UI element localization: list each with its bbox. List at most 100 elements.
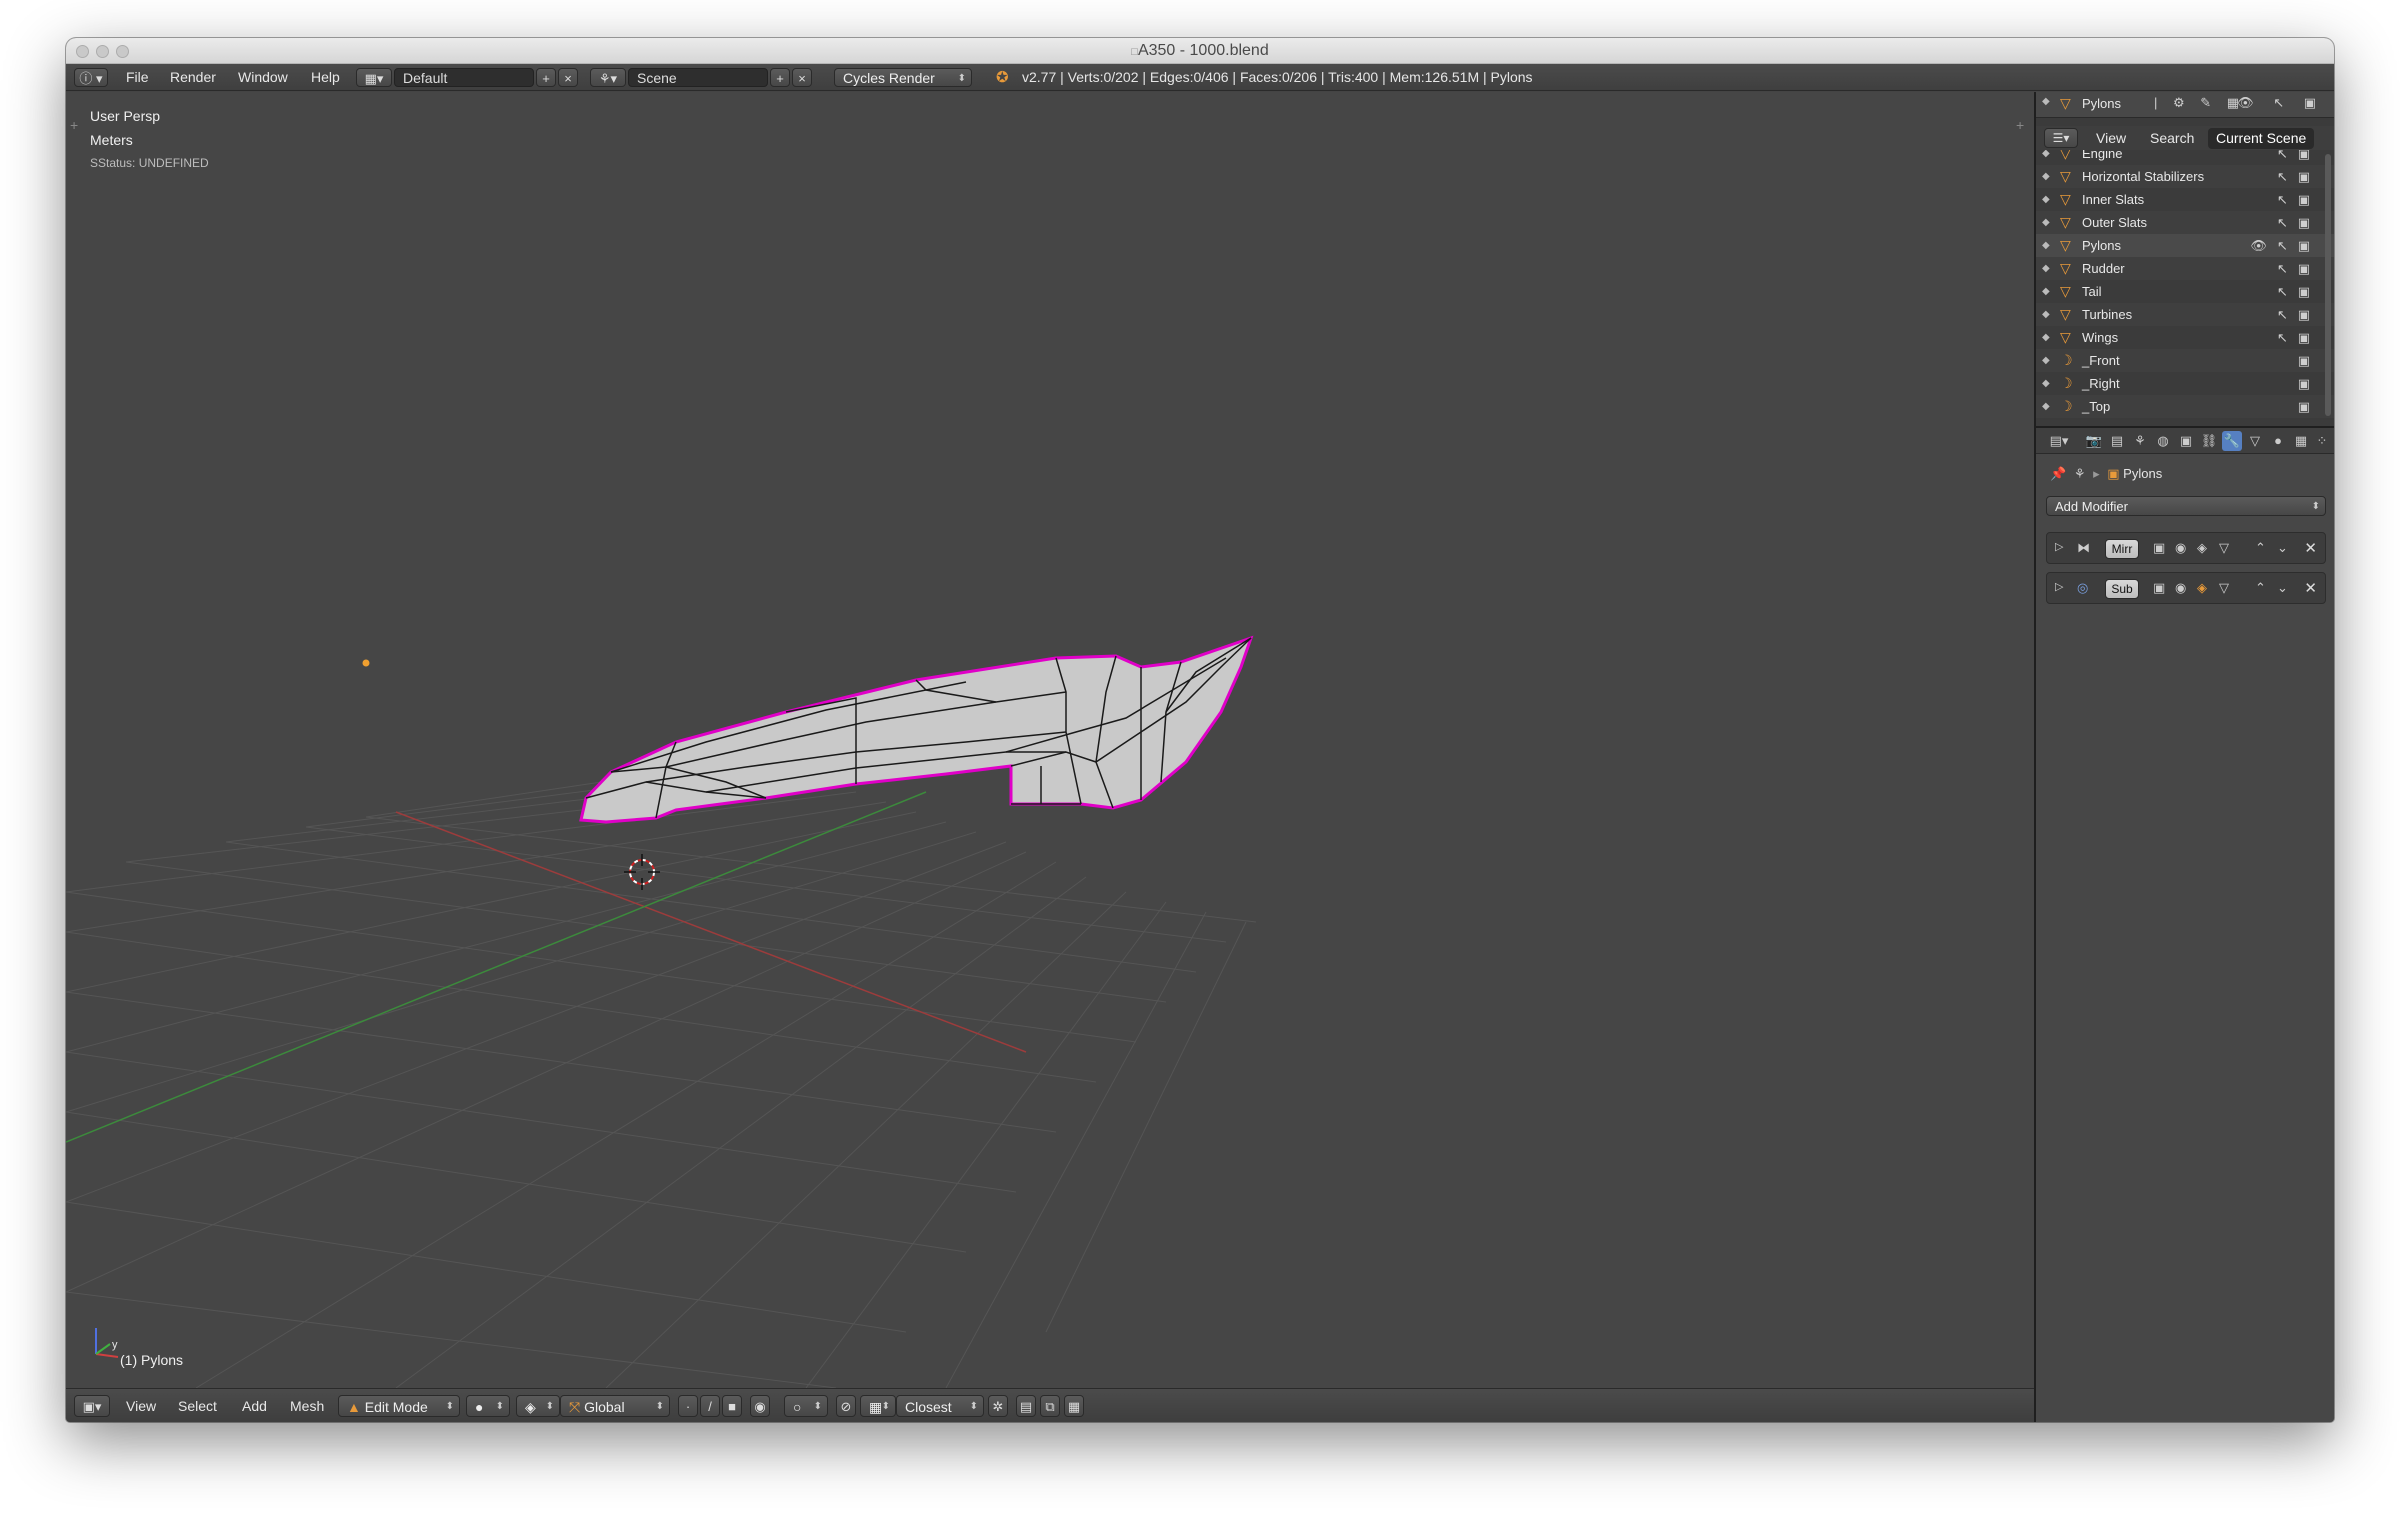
proportional-edit-dropdown[interactable]: ○ ⬍ <box>784 1395 828 1417</box>
outliner-item[interactable]: ◆ ▽ Horizontal Stabilizers ↖▣ <box>2036 165 2334 188</box>
expand-arrow-icon[interactable]: ▷ <box>2055 580 2063 593</box>
viewport-toggle-icon[interactable]: ◉ <box>2175 540 2186 556</box>
expand-arrow-icon[interactable]: ◆ <box>2042 96 2050 107</box>
mode-dropdown[interactable]: ▲ Edit Mode ⬍ <box>338 1395 460 1417</box>
3d-viewport[interactable]: y + + User Persp Meters SStatus: UNDEFIN… <box>66 92 2034 1388</box>
restrict-icons[interactable]: ↖▣ <box>2277 150 2320 165</box>
snap-element-dropdown[interactable]: ▦ ⬍ <box>860 1395 896 1417</box>
menu-help[interactable]: Help <box>311 68 340 87</box>
move-down-icon[interactable]: ⌄ <box>2277 540 2288 556</box>
particles-tab-icon[interactable]: ⁘ <box>2312 431 2332 451</box>
snap-target-dropdown[interactable]: Closest ⬍ <box>896 1395 984 1417</box>
screen-layout-icon[interactable]: ▦▾ <box>356 68 392 87</box>
expand-arrow-icon[interactable]: ◆ <box>2042 326 2050 349</box>
expand-arrow-icon[interactable]: ◆ <box>2042 165 2050 188</box>
expand-arrow-icon[interactable]: ◆ <box>2042 234 2050 257</box>
vertex-select-icon[interactable]: · <box>678 1395 698 1417</box>
render-tab-icon[interactable]: 📷 <box>2084 431 2104 451</box>
menu-add[interactable]: Add <box>242 1395 267 1417</box>
editmode-toggle-icon[interactable]: ◈ <box>2197 540 2207 556</box>
pin-icon[interactable]: 📌 <box>2050 466 2066 481</box>
render-animation-icon[interactable]: ▦ <box>1064 1395 1084 1417</box>
editor-type-3dview-icon[interactable]: ▣▾ <box>74 1395 110 1417</box>
restrict-icons[interactable]: ▣ <box>2298 395 2320 418</box>
viewport-toggle-icon[interactable]: ◉ <box>2175 580 2186 596</box>
restrict-icons[interactable]: ▣ <box>2298 349 2320 372</box>
expand-arrow-icon[interactable]: ◆ <box>2042 257 2050 280</box>
properties-type-icon[interactable]: ▤▾ <box>2044 431 2074 451</box>
add-scene-icon[interactable]: + <box>770 68 790 87</box>
render-image-icon[interactable]: ⧉ <box>1040 1395 1060 1417</box>
tab-view[interactable]: View <box>2088 128 2134 149</box>
modifiers-tab-icon[interactable]: 🔧 <box>2222 431 2242 451</box>
cage-toggle-icon[interactable]: ▽ <box>2219 580 2229 596</box>
viewport-canvas[interactable]: y + + <box>66 92 2034 1388</box>
menu-file[interactable]: File <box>126 68 149 87</box>
outliner-scrollbar[interactable] <box>2325 154 2331 416</box>
outliner-item[interactable]: ◆ ▽ Pylons 👁↖▣ <box>2036 234 2334 257</box>
data-tab-icon[interactable]: ▽ <box>2245 431 2265 451</box>
editor-type-info-icon[interactable]: ⓘ ▾ <box>74 68 108 87</box>
editmode-toggle-icon[interactable]: ◈ <box>2197 580 2207 596</box>
scene-tab-icon[interactable]: ⚘ <box>2130 431 2150 451</box>
restrict-icons[interactable]: ↖▣ <box>2277 188 2320 211</box>
outliner-item[interactable]: ◆ ☽ _Top ▣ <box>2036 395 2334 418</box>
outliner-item[interactable]: ◆ ☽ _Front ▣ <box>2036 349 2334 372</box>
menu-mesh[interactable]: Mesh <box>290 1395 324 1417</box>
world-tab-icon[interactable]: ◍ <box>2153 431 2173 451</box>
minimize-window-button[interactable] <box>96 45 109 58</box>
texture-tab-icon[interactable]: ▦ <box>2291 431 2311 451</box>
add-modifier-dropdown[interactable]: Add Modifier ⬍ <box>2046 496 2326 516</box>
expand-arrow-icon[interactable]: ◆ <box>2042 280 2050 303</box>
scene-icon[interactable]: ⚘▾ <box>590 68 626 87</box>
restrict-icons[interactable]: ↖▣ <box>2277 165 2320 188</box>
restrict-icons[interactable]: ↖▣ <box>2277 326 2320 349</box>
cage-toggle-icon[interactable]: ▽ <box>2219 540 2229 556</box>
restrict-icons[interactable]: ↖▣ <box>2277 303 2320 326</box>
render-layers-tab-icon[interactable]: ▤ <box>2107 431 2127 451</box>
modifier-name-field[interactable]: Sub <box>2105 579 2139 599</box>
object-tab-icon[interactable]: ▣ <box>2176 431 2196 451</box>
outliner-item[interactable]: ◆ ▽ Wings ↖▣ <box>2036 326 2334 349</box>
remove-screen-icon[interactable]: × <box>558 68 578 87</box>
zoom-window-button[interactable] <box>116 45 129 58</box>
menu-window[interactable]: Window <box>238 68 288 87</box>
outliner-item[interactable]: ◆ ▽ Engine ↖▣ <box>2036 150 2334 165</box>
outliner-item[interactable]: ◆ ▽ Tail ↖▣ <box>2036 280 2334 303</box>
expand-arrow-icon[interactable]: ▷ <box>2055 540 2063 553</box>
menu-select[interactable]: Select <box>178 1395 217 1417</box>
restrict-icons[interactable]: ↖▣ <box>2277 280 2320 303</box>
tab-search[interactable]: Search <box>2142 128 2202 149</box>
scene-field[interactable]: Scene <box>628 68 768 87</box>
close-window-button[interactable] <box>76 45 89 58</box>
outliner-item[interactable]: ◆ ☽ _Right ▣ <box>2036 372 2334 395</box>
edge-select-icon[interactable]: / <box>700 1395 720 1417</box>
limit-selection-icon[interactable]: ◉ <box>750 1395 770 1417</box>
restrict-icons[interactable]: 👁↖▣ <box>2250 234 2320 257</box>
expand-arrow-icon[interactable]: ◆ <box>2042 188 2050 211</box>
outliner-item[interactable]: ◆ ▽ Outer Slats ↖▣ <box>2036 211 2334 234</box>
restrict-icons[interactable]: ↖▣ <box>2277 211 2320 234</box>
pivot-point-dropdown[interactable]: ◈ ⬍ <box>516 1395 560 1417</box>
viewport-shading-dropdown[interactable]: ● ⬍ <box>466 1395 510 1417</box>
move-up-icon[interactable]: ⌃ <box>2255 580 2266 596</box>
menu-view[interactable]: View <box>126 1395 156 1417</box>
outliner-item[interactable]: ◆ ▽ Turbines ↖▣ <box>2036 303 2334 326</box>
expand-arrow-icon[interactable]: ◆ <box>2042 150 2050 165</box>
snap-settings-icon[interactable]: ✲ <box>988 1395 1008 1417</box>
expand-arrow-icon[interactable]: ◆ <box>2042 349 2050 372</box>
expand-arrow-icon[interactable]: ◆ <box>2042 211 2050 234</box>
expand-arrow-icon[interactable]: ◆ <box>2042 303 2050 326</box>
remove-scene-icon[interactable]: × <box>792 68 812 87</box>
transform-orientation-dropdown[interactable]: ⤧ Global ⬍ <box>560 1395 670 1417</box>
opengl-render-icon[interactable]: ▤ <box>1016 1395 1036 1417</box>
expand-arrow-icon[interactable]: ◆ <box>2042 395 2050 418</box>
close-icon[interactable]: ✕ <box>2304 579 2317 597</box>
tab-current-scene[interactable]: Current Scene <box>2208 128 2315 149</box>
restrict-icons[interactable]: ▣ <box>2298 372 2320 395</box>
restrict-icons[interactable]: ↖▣ <box>2277 257 2320 280</box>
close-icon[interactable]: ✕ <box>2304 539 2317 557</box>
screen-layout-field[interactable]: Default <box>394 68 534 87</box>
add-screen-icon[interactable]: + <box>536 68 556 87</box>
render-engine-dropdown[interactable]: Cycles Render ⬍ <box>834 68 972 87</box>
